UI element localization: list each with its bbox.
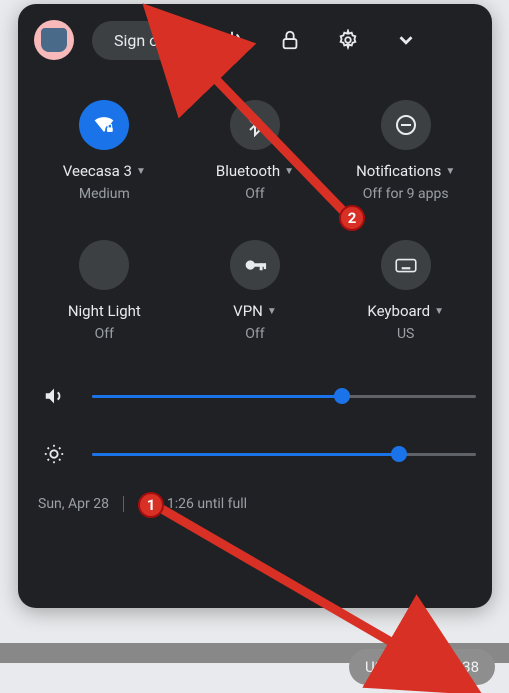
- bluetooth-label-text: Bluetooth: [216, 162, 280, 180]
- avatar[interactable]: [34, 20, 74, 60]
- brightness-slider-row: [40, 440, 476, 468]
- keyboard-sub: US: [397, 326, 414, 342]
- notifications-label[interactable]: Notifications ▼: [356, 162, 455, 180]
- tray-battery-charging-icon: [422, 658, 432, 676]
- tray-wifi-icon: [394, 658, 412, 676]
- wifi-icon[interactable]: [79, 100, 129, 150]
- tray-time: 09:38: [442, 658, 479, 676]
- brightness-slider[interactable]: [92, 453, 476, 456]
- quick-settings-panel: Sign out Veecasa 3 ▼ Medium: [18, 4, 492, 608]
- vpn-label[interactable]: VPN ▼: [233, 302, 277, 320]
- bluetooth-tile: Bluetooth ▼ Off: [185, 100, 326, 202]
- annotation-badge-1: 1: [138, 492, 164, 518]
- lock-icon[interactable]: [270, 20, 310, 60]
- bluetooth-sub: Off: [245, 186, 264, 202]
- chevron-down-icon: ▼: [284, 166, 294, 177]
- footer-date: Sun, Apr 28: [38, 496, 109, 512]
- power-icon[interactable]: [212, 20, 252, 60]
- avatar-image: [41, 28, 67, 52]
- keyboard-icon[interactable]: [381, 240, 431, 290]
- vpn-sub: Off: [245, 326, 264, 342]
- wifi-sub: Medium: [79, 186, 130, 202]
- bluetooth-icon[interactable]: [230, 100, 280, 150]
- keyboard-tile: Keyboard ▼ US: [335, 240, 476, 342]
- header-row: Sign out: [34, 20, 476, 60]
- keyboard-label[interactable]: Keyboard ▼: [367, 302, 444, 320]
- nightlight-label-text: Night Light: [68, 302, 141, 320]
- chevron-down-icon: ▼: [267, 306, 277, 317]
- system-tray[interactable]: US 09:38: [349, 649, 495, 685]
- nightlight-label: Night Light: [68, 302, 141, 320]
- volume-slider[interactable]: [92, 395, 476, 398]
- vpn-tile: VPN ▼ Off: [185, 240, 326, 342]
- keyboard-label-text: Keyboard: [367, 302, 430, 320]
- tray-keyboard-label: US: [365, 658, 384, 676]
- notifications-tile: Notifications ▼ Off for 9 apps: [335, 100, 476, 202]
- chevron-down-icon: ▼: [445, 166, 455, 177]
- wifi-label[interactable]: Veecasa 3 ▼: [63, 162, 146, 180]
- bluetooth-label[interactable]: Bluetooth ▼: [216, 162, 294, 180]
- panel-footer: Sun, Apr 28 1% - 1:26 until full: [34, 496, 476, 512]
- annotation-badge-2: 2: [339, 205, 365, 231]
- volume-slider-row: [40, 382, 476, 410]
- volume-thumb[interactable]: [334, 388, 350, 404]
- chevron-down-icon: ▼: [136, 166, 146, 177]
- brightness-icon[interactable]: [40, 440, 68, 468]
- notifications-label-text: Notifications: [356, 162, 441, 180]
- sign-out-button[interactable]: Sign out: [92, 21, 194, 60]
- brightness-thumb[interactable]: [391, 446, 407, 462]
- gear-icon[interactable]: [328, 20, 368, 60]
- notifications-icon[interactable]: [381, 100, 431, 150]
- notifications-sub: Off for 9 apps: [363, 186, 449, 202]
- collapse-icon[interactable]: [386, 20, 426, 60]
- volume-icon[interactable]: [40, 382, 68, 410]
- sliders: [34, 382, 476, 468]
- brightness-fill: [92, 453, 399, 456]
- nightlight-icon[interactable]: [79, 240, 129, 290]
- nightlight-sub: Off: [95, 326, 114, 342]
- tiles-grid: Veecasa 3 ▼ Medium Bluetooth ▼ Off Notif…: [34, 100, 476, 342]
- wifi-tile: Veecasa 3 ▼ Medium: [34, 100, 175, 202]
- vpn-label-text: VPN: [233, 302, 263, 320]
- vpn-icon[interactable]: [230, 240, 280, 290]
- chevron-down-icon: ▼: [434, 306, 444, 317]
- volume-fill: [92, 395, 342, 398]
- footer-divider: [123, 496, 124, 512]
- wifi-label-text: Veecasa 3: [63, 162, 132, 180]
- nightlight-tile: Night Light Off: [34, 240, 175, 342]
